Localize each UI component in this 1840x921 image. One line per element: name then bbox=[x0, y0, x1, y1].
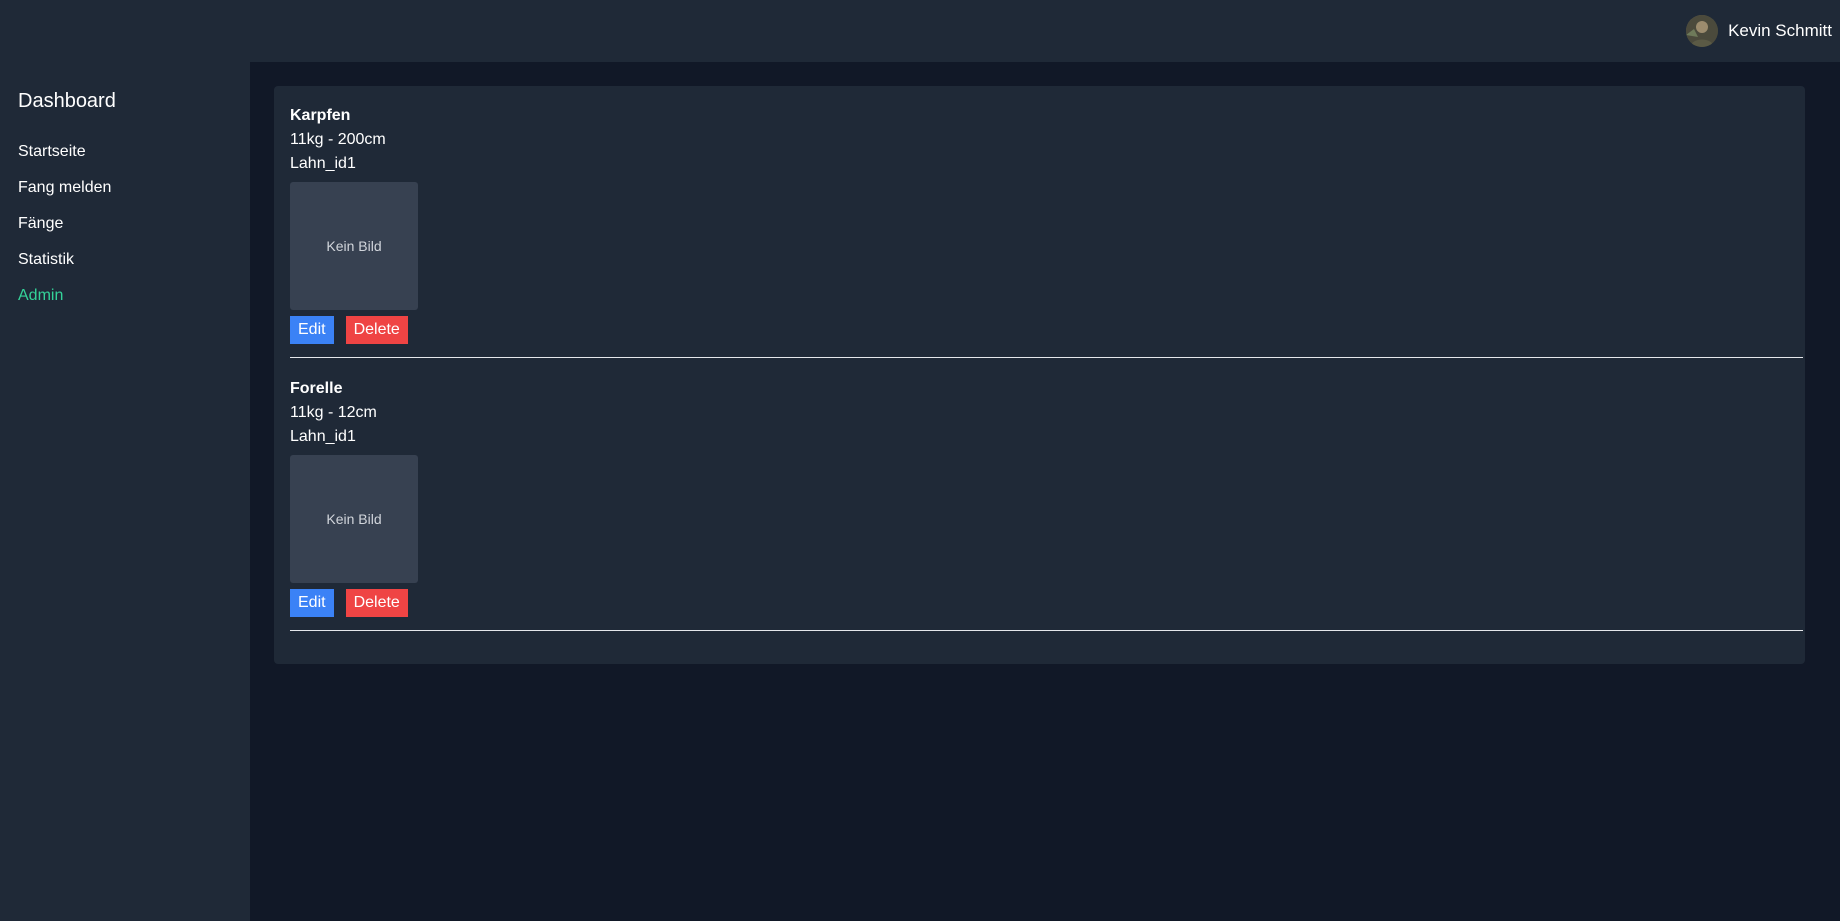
delete-button[interactable]: Delete bbox=[345, 589, 408, 617]
sidebar-item-statistik[interactable]: Statistik bbox=[18, 250, 111, 286]
image-placeholder: Kein Bild bbox=[290, 455, 418, 583]
fish-name: Forelle bbox=[290, 380, 343, 397]
sidebar-item-startseite[interactable]: Startseite bbox=[18, 142, 111, 178]
fish-measure: 11kg - 200cm bbox=[290, 131, 386, 148]
edit-button[interactable]: Edit bbox=[290, 589, 334, 617]
water-id: Lahn_id1 bbox=[290, 155, 356, 172]
fish-measure: 11kg - 12cm bbox=[290, 404, 377, 421]
sidebar-nav: Startseite Fang melden Fänge Statistik A… bbox=[18, 142, 111, 322]
entry-actions: Edit Delete bbox=[290, 316, 1805, 344]
catch-list-card: Karpfen 11kg - 200cm Lahn_id1 Kein Bild … bbox=[274, 86, 1805, 664]
user-menu[interactable]: Kevin Schmitt bbox=[1686, 14, 1832, 48]
edit-button[interactable]: Edit bbox=[290, 316, 334, 344]
avatar[interactable] bbox=[1686, 15, 1719, 47]
sidebar: Dashboard Startseite Fang melden Fänge S… bbox=[0, 62, 250, 921]
entry-actions: Edit Delete bbox=[290, 589, 1805, 617]
image-placeholder-text: Kein Bild bbox=[326, 511, 382, 527]
entry-divider bbox=[290, 357, 1803, 358]
catch-entry: Karpfen 11kg - 200cm Lahn_id1 Kein Bild … bbox=[290, 104, 1805, 358]
image-placeholder: Kein Bild bbox=[290, 182, 418, 310]
sidebar-item-admin[interactable]: Admin bbox=[18, 286, 111, 322]
sidebar-item-faenge[interactable]: Fänge bbox=[18, 214, 111, 250]
sidebar-item-fang-melden[interactable]: Fang melden bbox=[18, 178, 111, 214]
fish-name: Karpfen bbox=[290, 107, 351, 124]
catch-entry: Forelle 11kg - 12cm Lahn_id1 Kein Bild E… bbox=[290, 377, 1805, 631]
delete-button[interactable]: Delete bbox=[345, 316, 408, 344]
water-id: Lahn_id1 bbox=[290, 428, 356, 445]
user-name[interactable]: Kevin Schmitt bbox=[1728, 21, 1832, 41]
image-placeholder-text: Kein Bild bbox=[326, 238, 382, 254]
top-bar: Kevin Schmitt bbox=[0, 0, 1840, 62]
sidebar-title: Dashboard bbox=[18, 90, 116, 112]
entry-divider bbox=[290, 630, 1803, 631]
